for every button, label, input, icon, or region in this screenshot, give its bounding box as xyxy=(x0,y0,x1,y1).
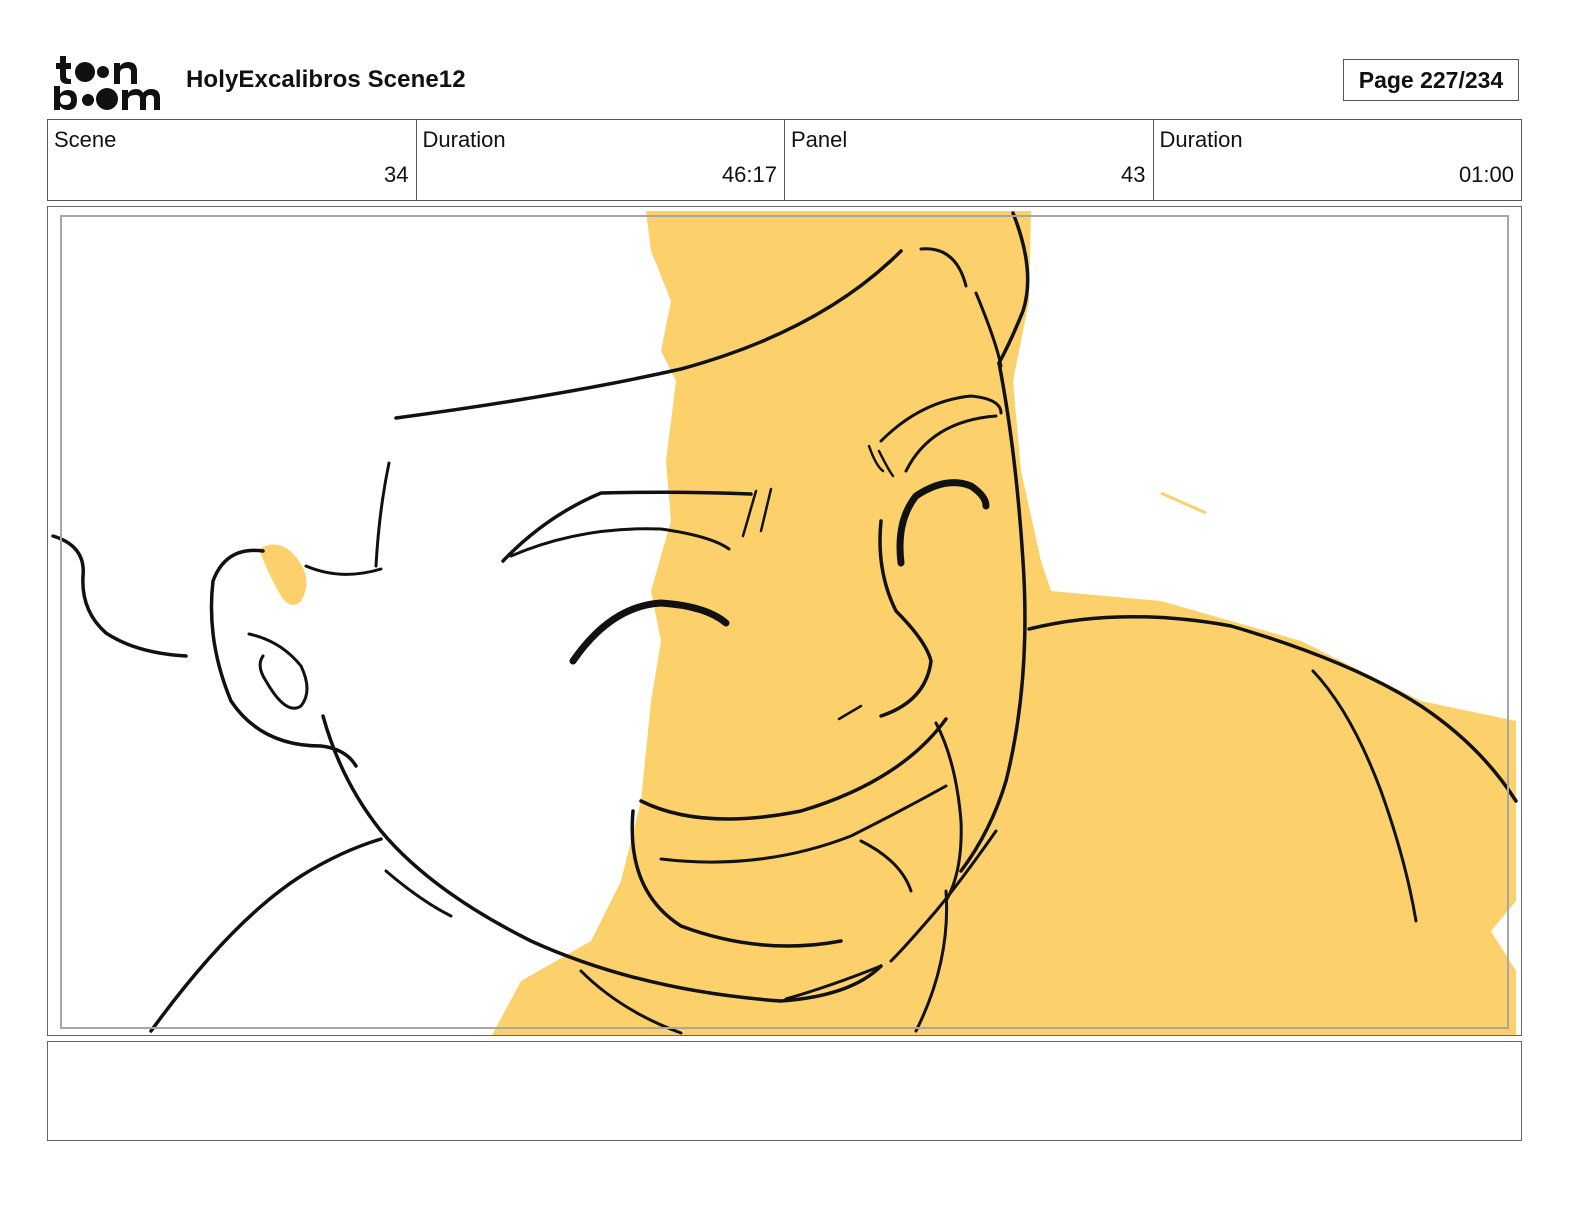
panel-duration-cell: Duration 01:00 xyxy=(1154,120,1522,200)
scene-duration-cell: Duration 46:17 xyxy=(417,120,785,200)
panel-notes-box[interactable] xyxy=(47,1041,1522,1141)
document-title: HolyExcalibros Scene12 xyxy=(186,66,466,93)
scene-duration-value: 46:17 xyxy=(721,162,777,187)
scene-value: 34 xyxy=(384,162,409,187)
scene-cell: Scene 34 xyxy=(48,120,417,200)
scene-label: Scene xyxy=(54,127,117,152)
character-fill xyxy=(492,211,1516,1035)
panel-cell: Panel 43 xyxy=(785,120,1154,200)
panel-duration-label: Duration xyxy=(1159,127,1243,152)
panel-label: Panel xyxy=(791,127,848,152)
panel-info-table: Scene 34 Duration 46:17 Panel 43 Duratio… xyxy=(47,119,1522,201)
scene-duration-label: Duration xyxy=(422,127,506,152)
toon-boom-logo xyxy=(54,56,160,110)
panel-duration-value: 01:00 xyxy=(1458,162,1514,187)
page-indicator: Page 227/234 xyxy=(1343,59,1519,101)
panel-value: 43 xyxy=(1121,162,1146,187)
storyboard-panel xyxy=(47,206,1522,1036)
background-stroke xyxy=(1160,491,1207,515)
ear-fill xyxy=(259,544,307,605)
panel-sketch xyxy=(51,211,1518,1035)
